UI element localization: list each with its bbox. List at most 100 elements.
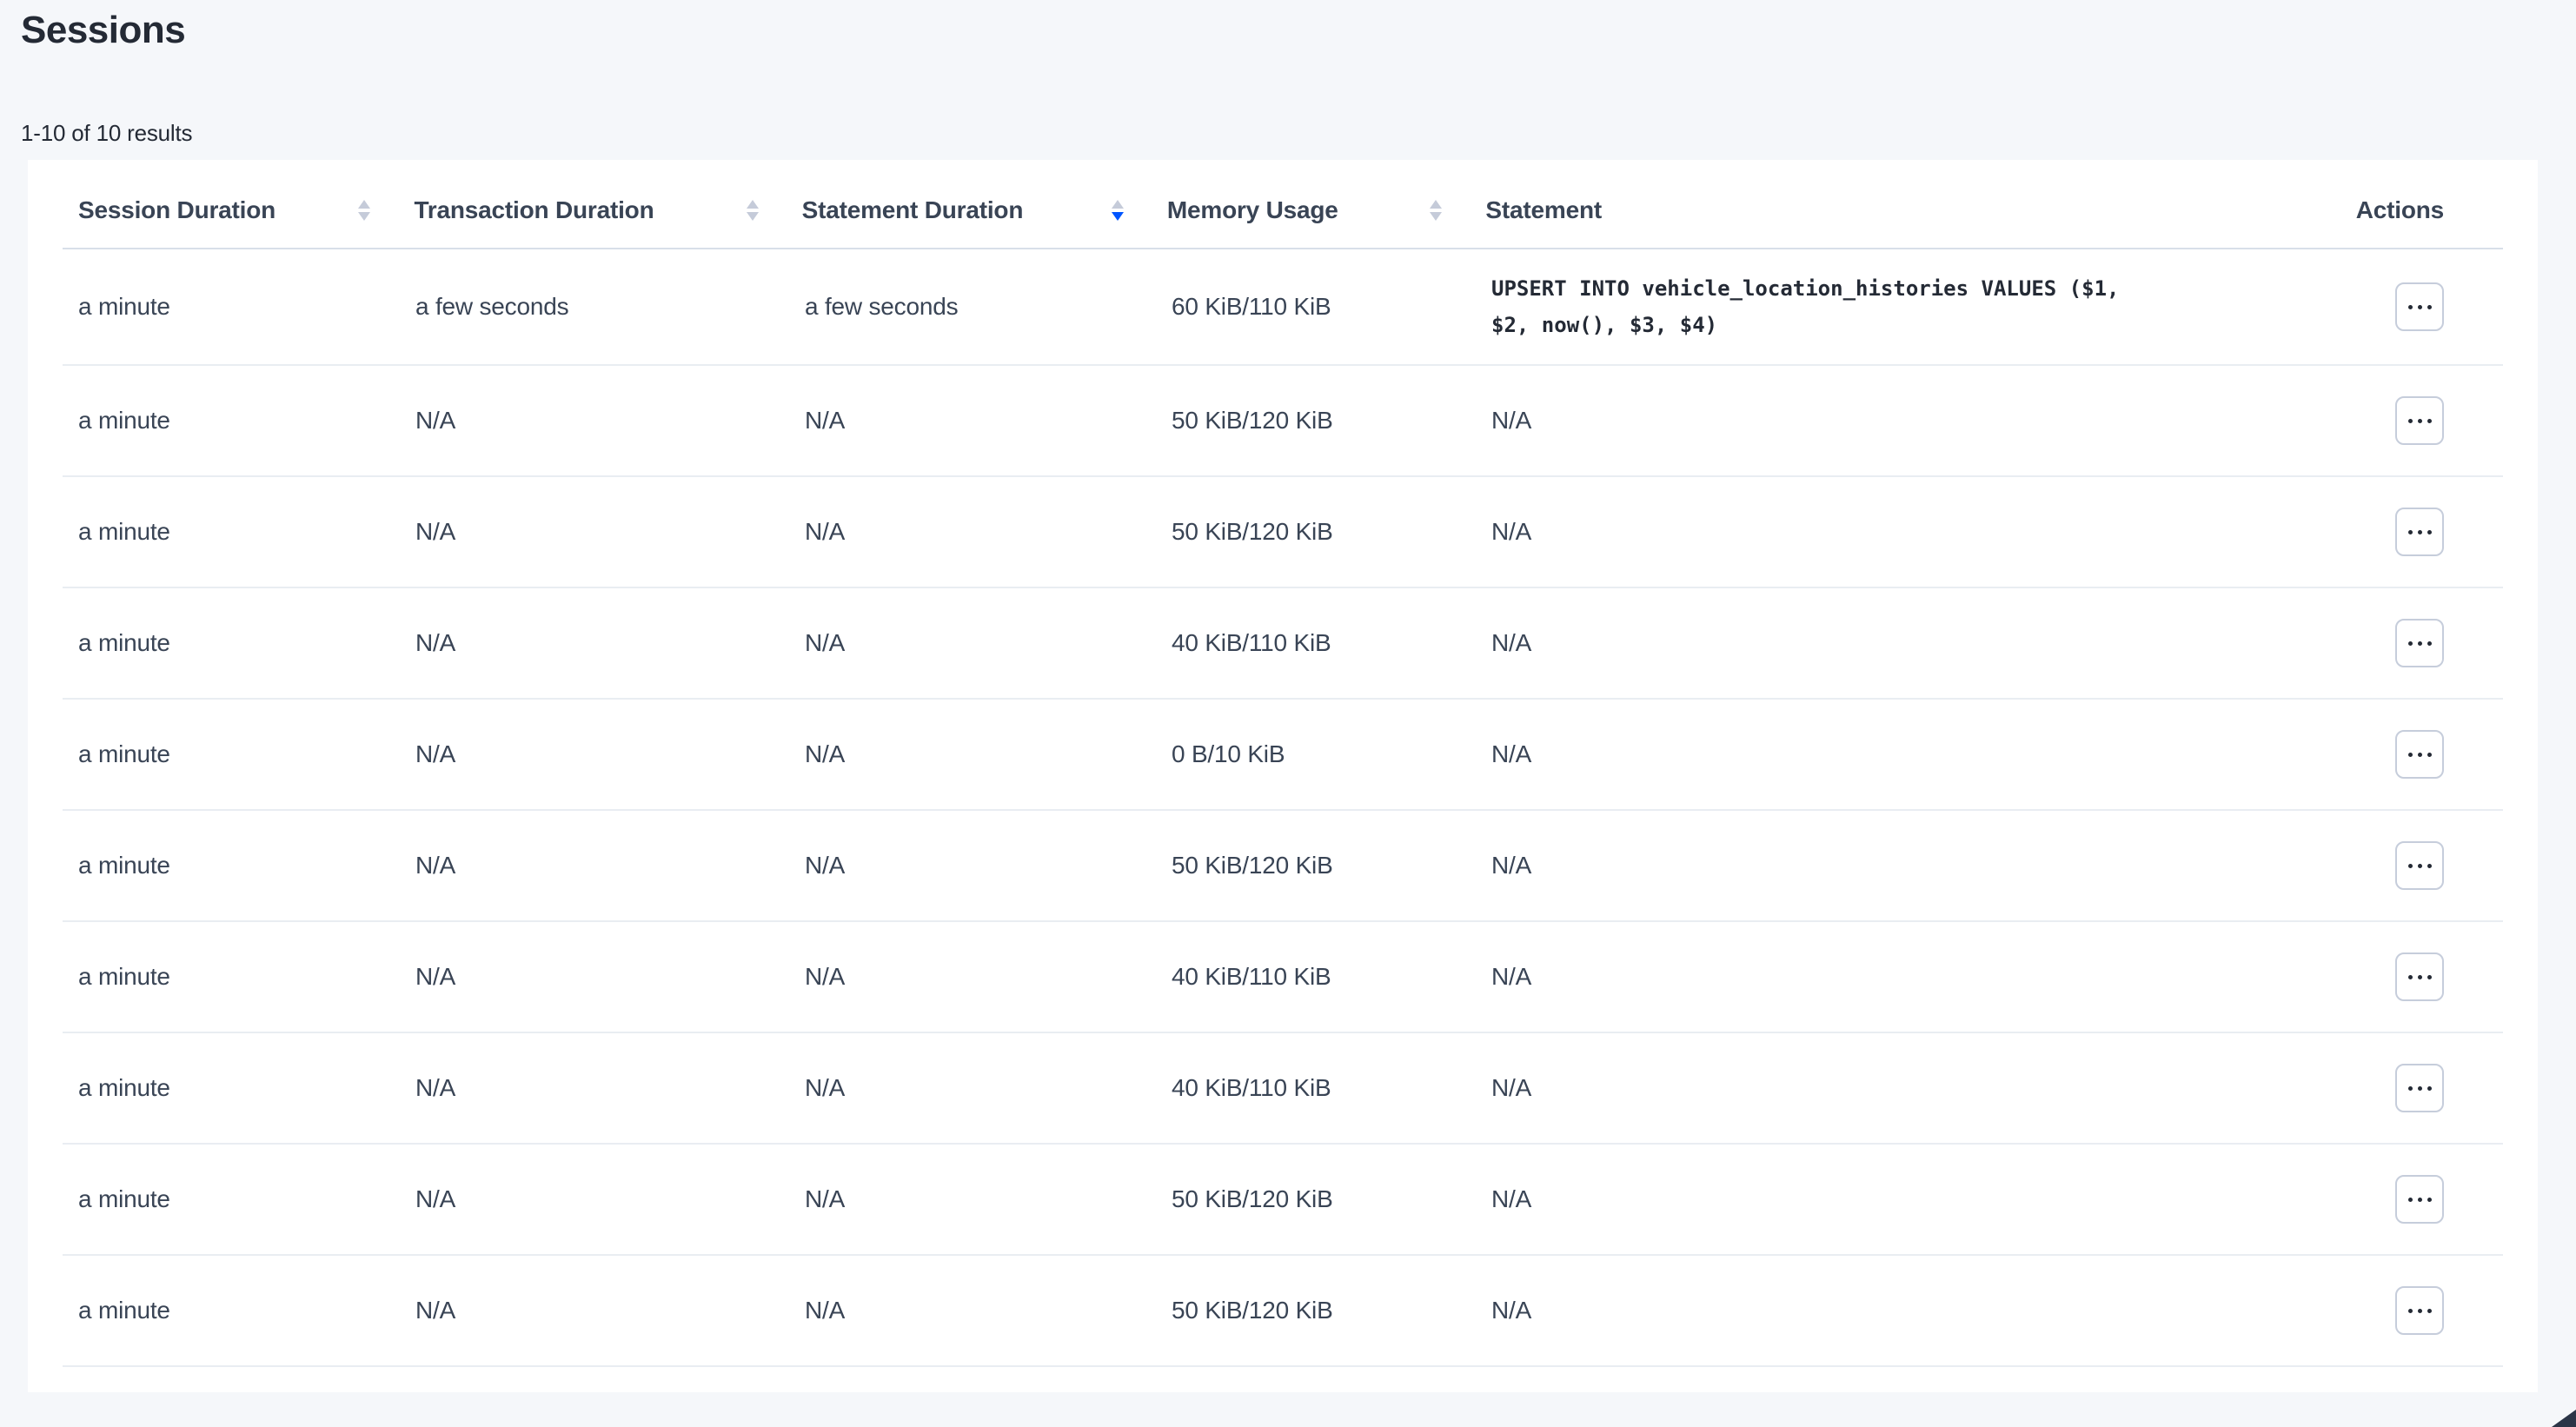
ellipsis-icon xyxy=(2408,305,2432,309)
cell-memory-usage: 50 KiB/120 KiB xyxy=(1172,386,1491,455)
ellipsis-icon xyxy=(2408,1086,2432,1091)
column-header-label: Statement xyxy=(1485,196,1602,224)
sessions-table-card: Session Duration Transaction Duration St… xyxy=(28,160,2538,1392)
row-actions-button[interactable] xyxy=(2395,952,2444,1001)
table-row: a minute N/A N/A 0 B/10 KiB N/A xyxy=(63,700,2503,811)
cell-statement-duration: N/A xyxy=(805,386,1172,455)
table-row: a minute N/A N/A 50 KiB/120 KiB N/A xyxy=(63,1145,2503,1256)
cell-session-duration: a minute xyxy=(63,720,415,789)
column-header-label: Session Duration xyxy=(78,196,276,224)
page-title: Sessions xyxy=(21,9,185,52)
cell-memory-usage: 40 KiB/110 KiB xyxy=(1172,608,1491,678)
cell-memory-usage: 40 KiB/110 KiB xyxy=(1172,1053,1491,1123)
cell-statement: N/A xyxy=(1491,608,2366,678)
cell-transaction-duration: N/A xyxy=(415,1276,805,1345)
sort-arrows-icon[interactable] xyxy=(358,200,370,221)
cell-actions xyxy=(2366,1043,2503,1133)
cell-transaction-duration: N/A xyxy=(415,608,805,678)
column-header-transaction-duration[interactable]: Transaction Duration xyxy=(414,196,801,224)
cell-statement-duration: N/A xyxy=(805,1276,1172,1345)
sort-arrows-icon[interactable] xyxy=(1430,200,1442,221)
column-header-label: Memory Usage xyxy=(1167,196,1338,224)
cell-session-duration: a minute xyxy=(63,497,415,567)
cell-statement-duration: N/A xyxy=(805,942,1172,1012)
row-actions-button[interactable] xyxy=(2395,282,2444,331)
cell-statement-duration: N/A xyxy=(805,608,1172,678)
row-actions-button[interactable] xyxy=(2395,1064,2444,1112)
table-row: a minute N/A N/A 40 KiB/110 KiB N/A xyxy=(63,922,2503,1033)
cell-transaction-duration: N/A xyxy=(415,942,805,1012)
column-header-memory-usage[interactable]: Memory Usage xyxy=(1167,196,1486,224)
cell-statement-duration: N/A xyxy=(805,1053,1172,1123)
cell-actions xyxy=(2366,709,2503,800)
cell-session-duration: a minute xyxy=(63,1053,415,1123)
table-row: a minute N/A N/A 50 KiB/120 KiB N/A xyxy=(63,366,2503,477)
sort-arrows-icon[interactable] xyxy=(747,200,759,221)
cell-actions xyxy=(2366,1154,2503,1244)
row-actions-button[interactable] xyxy=(2395,396,2444,445)
column-header-label: Transaction Duration xyxy=(414,196,654,224)
cell-actions xyxy=(2366,375,2503,466)
cell-statement: N/A xyxy=(1491,942,2366,1012)
cell-memory-usage: 50 KiB/120 KiB xyxy=(1172,1165,1491,1234)
cell-transaction-duration: N/A xyxy=(415,497,805,567)
cell-transaction-duration: a few seconds xyxy=(415,272,805,342)
ellipsis-icon xyxy=(2408,1198,2432,1202)
column-header-actions: Actions xyxy=(2356,196,2503,224)
cell-transaction-duration: N/A xyxy=(415,386,805,455)
cell-statement-duration: N/A xyxy=(805,497,1172,567)
cell-statement-duration: a few seconds xyxy=(805,272,1172,342)
cell-statement: N/A xyxy=(1491,831,2366,900)
cell-actions xyxy=(2366,598,2503,688)
cell-memory-usage: 50 KiB/120 KiB xyxy=(1172,497,1491,567)
ellipsis-icon xyxy=(2408,419,2432,423)
cell-session-duration: a minute xyxy=(63,272,415,342)
row-actions-button[interactable] xyxy=(2395,841,2444,890)
column-header-statement-duration[interactable]: Statement Duration xyxy=(802,196,1167,224)
corner-resize-mark xyxy=(2552,1410,2576,1427)
table-row: a minute N/A N/A 50 KiB/120 KiB N/A xyxy=(63,1256,2503,1367)
cell-statement: N/A xyxy=(1491,1165,2366,1234)
column-header-session-duration[interactable]: Session Duration xyxy=(63,196,414,224)
row-actions-button[interactable] xyxy=(2395,1175,2444,1224)
cell-memory-usage: 60 KiB/110 KiB xyxy=(1172,272,1491,342)
ellipsis-icon xyxy=(2408,641,2432,646)
table-row: a minute a few seconds a few seconds 60 … xyxy=(63,249,2503,366)
cell-statement-duration: N/A xyxy=(805,1165,1172,1234)
cell-statement: N/A xyxy=(1491,386,2366,455)
sort-arrows-icon[interactable] xyxy=(1112,200,1124,221)
ellipsis-icon xyxy=(2408,530,2432,534)
cell-actions xyxy=(2366,487,2503,577)
cell-statement-duration: N/A xyxy=(805,720,1172,789)
cell-transaction-duration: N/A xyxy=(415,1053,805,1123)
table-row: a minute N/A N/A 40 KiB/110 KiB N/A xyxy=(63,588,2503,700)
table-header-row: Session Duration Transaction Duration St… xyxy=(63,160,2503,249)
table-row: a minute N/A N/A 50 KiB/120 KiB N/A xyxy=(63,477,2503,588)
cell-memory-usage: 40 KiB/110 KiB xyxy=(1172,942,1491,1012)
cell-session-duration: a minute xyxy=(63,831,415,900)
table-row: a minute N/A N/A 50 KiB/120 KiB N/A xyxy=(63,811,2503,922)
column-header-statement: Statement xyxy=(1485,196,2355,224)
row-actions-button[interactable] xyxy=(2395,730,2444,779)
row-actions-button[interactable] xyxy=(2395,508,2444,556)
column-header-label: Statement Duration xyxy=(802,196,1024,224)
cell-actions xyxy=(2366,820,2503,911)
cell-transaction-duration: N/A xyxy=(415,831,805,900)
results-count: 1-10 of 10 results xyxy=(21,120,192,147)
cell-statement: N/A xyxy=(1491,497,2366,567)
cell-actions xyxy=(2366,1265,2503,1356)
cell-memory-usage: 0 B/10 KiB xyxy=(1172,720,1491,789)
ellipsis-icon xyxy=(2408,975,2432,979)
cell-session-duration: a minute xyxy=(63,1165,415,1234)
cell-memory-usage: 50 KiB/120 KiB xyxy=(1172,1276,1491,1345)
ellipsis-icon xyxy=(2408,864,2432,868)
cell-actions xyxy=(2152,262,2503,352)
row-actions-button[interactable] xyxy=(2395,619,2444,667)
ellipsis-icon xyxy=(2408,1309,2432,1313)
cell-statement-duration: N/A xyxy=(805,831,1172,900)
column-header-label: Actions xyxy=(2356,196,2444,224)
row-actions-button[interactable] xyxy=(2395,1286,2444,1335)
cell-statement: N/A xyxy=(1491,1276,2366,1345)
cell-session-duration: a minute xyxy=(63,942,415,1012)
cell-statement: UPSERT INTO vehicle_location_histories V… xyxy=(1491,249,2152,364)
